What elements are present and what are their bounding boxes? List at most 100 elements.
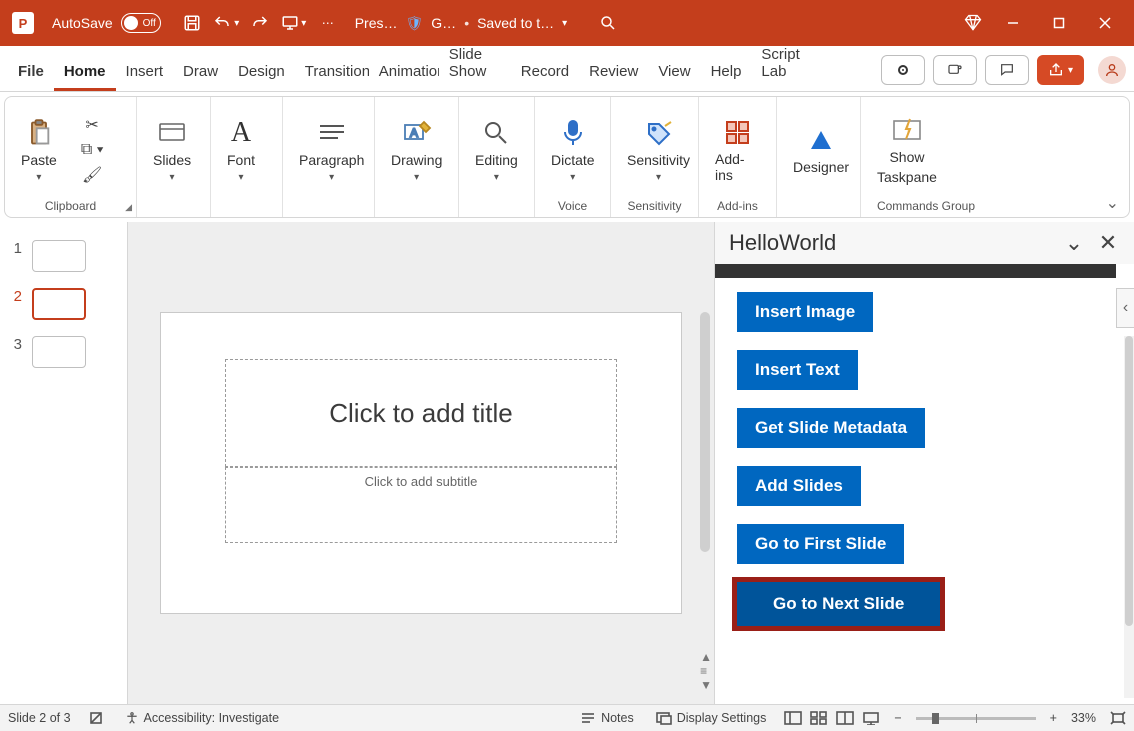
fit-to-window-icon[interactable] (1110, 711, 1126, 725)
window-close-button[interactable] (1082, 0, 1128, 46)
clipboard-dialog-icon[interactable]: ◢ (125, 202, 132, 213)
save-icon[interactable] (175, 6, 209, 40)
slide-canvas-area[interactable]: Click to add title Click to add subtitle… (128, 222, 714, 704)
group-label-voice: Voice (541, 199, 604, 215)
zoom-out-button[interactable]: − (894, 711, 901, 725)
tag-icon (645, 118, 673, 148)
subtitle-placeholder[interactable]: Click to add subtitle (225, 467, 617, 543)
undo-icon[interactable]: ▾ (209, 6, 243, 40)
svg-text:A: A (410, 126, 418, 140)
taskpane-side-tab[interactable]: ‹ (1116, 288, 1134, 328)
font-button[interactable]: A Font▾ (221, 116, 261, 185)
format-painter-icon[interactable]: 🖌 (82, 165, 102, 185)
tab-slideshow[interactable]: Slide Show (439, 36, 511, 91)
sensitivity-button[interactable]: Sensitivity▾ (621, 116, 696, 185)
group-label-clipboard: Clipboard (11, 199, 130, 215)
display-settings-button[interactable]: Display Settings (652, 711, 771, 725)
view-slideshow-icon[interactable] (862, 711, 880, 725)
comments-button[interactable] (985, 55, 1029, 85)
status-unknown-icon[interactable] (85, 711, 107, 725)
go-to-first-slide-button[interactable]: Go to First Slide (737, 524, 904, 564)
save-state-label: Saved to t… (477, 15, 554, 31)
tab-insert[interactable]: Insert (116, 53, 174, 91)
view-normal-icon[interactable] (784, 711, 802, 725)
add-slides-button[interactable]: Add Slides (737, 466, 861, 506)
slide-thumbnail-3[interactable]: 3 (10, 336, 117, 368)
show-taskpane-button[interactable]: Show Taskpane (871, 113, 943, 187)
view-reading-icon[interactable] (836, 711, 854, 725)
canvas-scrollbar[interactable] (700, 312, 710, 552)
zoom-slider[interactable] (916, 717, 1036, 720)
window-minimize-button[interactable] (990, 0, 1036, 46)
slide-canvas[interactable]: Click to add title Click to add subtitle (161, 313, 681, 613)
ribbon-home: Paste ▾ ✂ ⧉ ▾ 🖌 Clipboard ◢ Slides▾ A Fo… (4, 96, 1130, 218)
tab-scriptlab[interactable]: Script Lab (751, 36, 829, 91)
ribbon-collapse-icon[interactable]: ⌄ (1106, 193, 1119, 213)
slide-thumbnail-1[interactable]: 1 (10, 240, 117, 272)
document-name: Pres… (355, 15, 398, 31)
zoom-in-button[interactable]: + (1050, 711, 1057, 725)
taskpane-title: HelloWorld (729, 230, 836, 256)
notes-button[interactable]: Notes (576, 711, 638, 725)
diamond-premium-icon[interactable] (956, 6, 990, 40)
find-icon (483, 118, 509, 148)
document-title-area[interactable]: Pres… 🛡 G… • Saved to t… ▾ (355, 15, 567, 32)
present-icon[interactable]: ▾ (277, 6, 311, 40)
accessibility-button[interactable]: Accessibility: Investigate (121, 711, 283, 725)
tab-transitions[interactable]: Transition (295, 53, 369, 91)
group-label-commands: Commands Group (867, 199, 985, 215)
tab-review[interactable]: Review (579, 53, 648, 91)
qat-overflow-icon[interactable]: ⋯ (311, 6, 345, 40)
tab-design[interactable]: Design (228, 53, 295, 91)
drawing-button[interactable]: A Drawing▾ (385, 116, 448, 185)
cut-icon[interactable]: ✂ (85, 115, 98, 135)
addins-button[interactable]: Add-ins (709, 115, 766, 185)
account-avatar-icon[interactable] (1098, 56, 1126, 84)
tab-record[interactable]: Record (511, 53, 579, 91)
record-button[interactable] (881, 55, 925, 85)
get-slide-metadata-button[interactable]: Get Slide Metadata (737, 408, 925, 448)
powerpoint-logo-icon: P (12, 12, 34, 34)
tab-draw[interactable]: Draw (173, 53, 228, 91)
taskpane-close-icon[interactable]: ✕ (1096, 231, 1120, 255)
taskpane-dropdown-icon[interactable]: ⌄ (1062, 231, 1086, 255)
tab-file[interactable]: File (8, 53, 54, 91)
sensitivity-badge: G… (431, 15, 456, 31)
tab-home[interactable]: Home (54, 53, 116, 91)
tab-animations[interactable]: Animation (369, 53, 439, 91)
paste-button[interactable]: Paste ▾ (15, 116, 63, 185)
slide-thumbnail-panel: 1 2 3 (0, 222, 128, 704)
autosave-control[interactable]: AutoSave Off (52, 13, 161, 33)
taskpane-header-strip (715, 264, 1116, 278)
autosave-label: AutoSave (52, 15, 113, 31)
task-pane: HelloWorld ⌄ ✕ ‹ Insert Image Insert Tex… (714, 222, 1134, 704)
paragraph-button[interactable]: Paragraph▾ (293, 116, 370, 185)
teams-present-button[interactable] (933, 55, 977, 85)
tab-view[interactable]: View (648, 53, 700, 91)
editing-button[interactable]: Editing▾ (469, 116, 524, 185)
title-bar: P AutoSave Off ▾ ▾ ⋯ Pres… 🛡 G… • Saved … (0, 0, 1134, 46)
tab-help[interactable]: Help (701, 53, 752, 91)
paragraph-icon (318, 118, 346, 148)
zoom-percent[interactable]: 33% (1071, 711, 1096, 725)
new-slide-icon (157, 118, 187, 148)
slide-thumbnail-2[interactable]: 2 (10, 288, 117, 320)
share-button[interactable]: ▾ (1037, 55, 1084, 85)
designer-button[interactable]: Designer (787, 123, 855, 177)
insert-text-button[interactable]: Insert Text (737, 350, 858, 390)
autosave-toggle[interactable]: Off (121, 13, 161, 33)
slides-button[interactable]: Slides▾ (147, 116, 197, 185)
group-label-sensitivity: Sensitivity (617, 199, 692, 215)
search-icon[interactable] (591, 6, 625, 40)
copy-icon[interactable]: ⧉ ▾ (81, 141, 104, 159)
dictate-button[interactable]: Dictate▾ (545, 116, 601, 185)
redo-icon[interactable] (243, 6, 277, 40)
slide-nav-arrows[interactable]: ▲≡▼ (700, 650, 712, 692)
insert-image-button[interactable]: Insert Image (737, 292, 873, 332)
drawing-icon: A (402, 118, 432, 148)
title-placeholder[interactable]: Click to add title (225, 359, 617, 467)
taskpane-scrollbar[interactable] (1124, 336, 1134, 698)
view-sorter-icon[interactable] (810, 711, 828, 725)
go-to-next-slide-button[interactable]: Go to Next Slide (737, 582, 940, 626)
window-maximize-button[interactable] (1036, 0, 1082, 46)
